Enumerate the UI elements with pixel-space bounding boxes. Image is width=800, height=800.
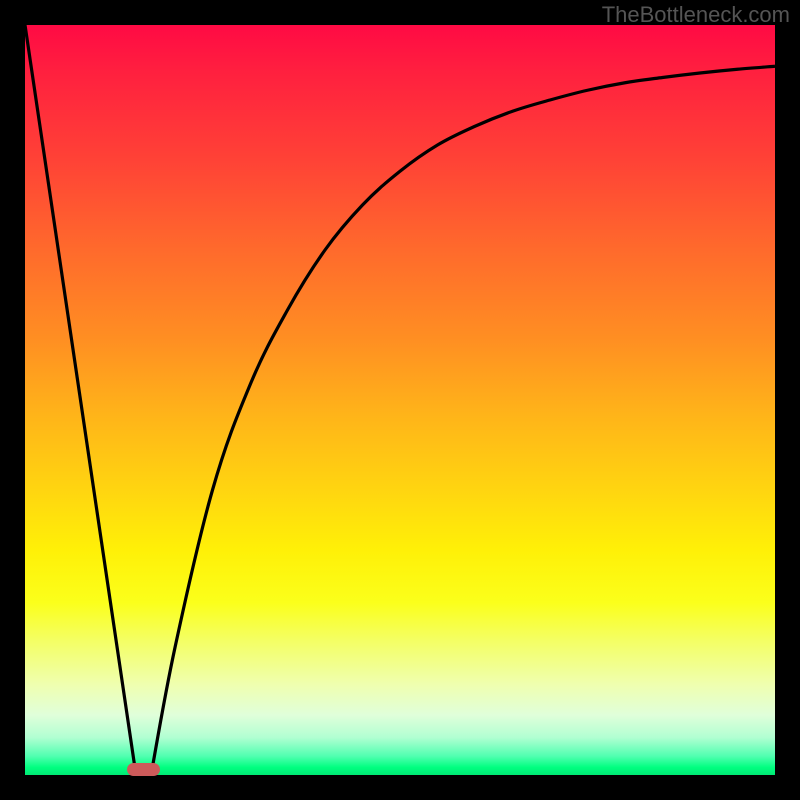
series-right-ascent [151, 66, 775, 775]
chart-frame: TheBottleneck.com [0, 0, 800, 800]
trough-marker [127, 763, 159, 776]
chart-plot-area [25, 25, 775, 775]
chart-curves [25, 25, 775, 775]
series-left-descent [25, 25, 136, 775]
